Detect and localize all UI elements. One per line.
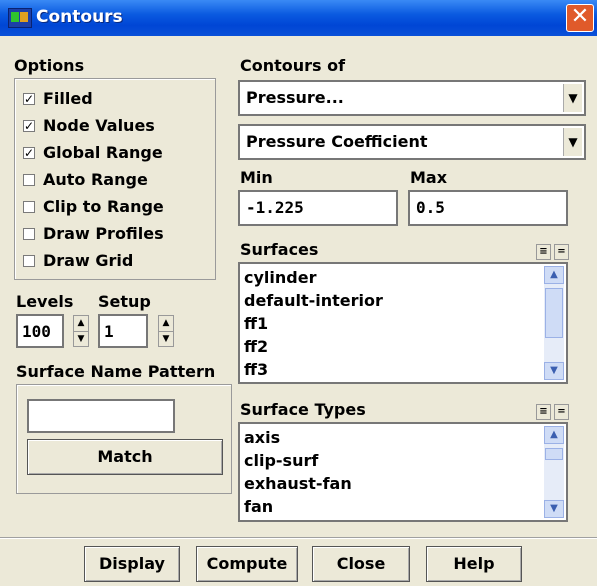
help-button[interactable]: Help <box>426 546 522 582</box>
checkbox-box[interactable] <box>23 255 35 267</box>
checkbox-label: Filled <box>43 89 93 108</box>
list-item[interactable]: fan <box>244 497 273 516</box>
spin-up-icon[interactable]: ▲ <box>74 316 88 331</box>
scroll-down-icon[interactable]: ▼ <box>544 362 564 380</box>
checkbox-box[interactable] <box>23 201 35 213</box>
scroll-down-icon[interactable]: ▼ <box>544 500 564 518</box>
scroll-thumb[interactable] <box>545 288 563 338</box>
select-all-icon[interactable]: ≡ <box>536 404 551 420</box>
checkbox-box[interactable] <box>23 174 35 186</box>
max-input[interactable]: 0.5 <box>408 190 568 226</box>
list-item[interactable]: ff1 <box>244 314 268 333</box>
surface-name-pattern-input[interactable] <box>27 399 175 433</box>
chevron-down-icon[interactable]: ▼ <box>563 84 582 112</box>
chevron-down-icon[interactable]: ▼ <box>563 128 582 156</box>
list-item[interactable]: default-interior <box>244 291 383 310</box>
surfaces-select-buttons: ≡ = <box>536 244 570 260</box>
levels-stepper[interactable]: ▲ ▼ <box>73 315 89 347</box>
list-item[interactable]: ff3 <box>244 360 268 379</box>
contours-category-value: Pressure... <box>246 88 344 107</box>
min-input[interactable]: -1.225 <box>238 190 398 226</box>
display-button[interactable]: Display <box>84 546 180 582</box>
contours-dialog: Contours ✕ Options ✓ Filled ✓ Node Value… <box>0 0 597 586</box>
fluent-app-icon <box>8 8 32 28</box>
options-group: ✓ Filled ✓ Node Values ✓ Global Range Au… <box>14 78 216 280</box>
surfaces-list[interactable]: cylinder default-interior ff1 ff2 ff3 ▲ … <box>238 262 568 384</box>
select-all-icon[interactable]: ≡ <box>536 244 551 260</box>
contours-of-label: Contours of <box>240 56 346 75</box>
levels-label: Levels <box>16 292 74 311</box>
deselect-all-icon[interactable]: = <box>554 404 569 420</box>
checkbox-box[interactable] <box>23 228 35 240</box>
checkbox-box[interactable]: ✓ <box>23 147 35 159</box>
spin-up-icon[interactable]: ▲ <box>159 316 173 331</box>
max-label: Max <box>410 168 448 187</box>
min-label: Min <box>240 168 273 187</box>
surface-types-select-buttons: ≡ = <box>536 404 570 420</box>
setup-stepper[interactable]: ▲ ▼ <box>158 315 174 347</box>
scroll-thumb[interactable] <box>545 448 563 460</box>
surface-types-label: Surface Types <box>240 400 366 419</box>
list-item[interactable]: exhaust-fan <box>244 474 352 493</box>
checkbox-label: Node Values <box>43 116 155 135</box>
list-item[interactable]: ff2 <box>244 337 268 356</box>
surface-types-scrollbar[interactable]: ▲ ▼ <box>544 426 564 518</box>
scroll-up-icon[interactable]: ▲ <box>544 266 564 284</box>
divider <box>0 537 597 539</box>
surface-name-pattern-group: Match <box>16 384 232 494</box>
close-icon[interactable]: ✕ <box>566 4 594 32</box>
surfaces-label: Surfaces <box>240 240 319 259</box>
deselect-all-icon[interactable]: = <box>554 244 569 260</box>
match-button[interactable]: Match <box>27 439 223 475</box>
list-item[interactable]: axis <box>244 428 280 447</box>
levels-input[interactable]: 100 <box>16 314 64 348</box>
surfaces-scrollbar[interactable]: ▲ ▼ <box>544 266 564 380</box>
contours-quantity-value: Pressure Coefficient <box>246 132 428 151</box>
spin-down-icon[interactable]: ▼ <box>159 331 173 347</box>
title-bar[interactable]: Contours ✕ <box>0 0 597 36</box>
checkbox-box[interactable]: ✓ <box>23 93 35 105</box>
contours-category-select[interactable]: Pressure... ▼ <box>238 80 586 116</box>
setup-label: Setup <box>98 292 151 311</box>
list-item[interactable]: cylinder <box>244 268 316 287</box>
list-item[interactable]: clip-surf <box>244 451 318 470</box>
spin-down-icon[interactable]: ▼ <box>74 331 88 347</box>
compute-button[interactable]: Compute <box>196 546 298 582</box>
close-button[interactable]: Close <box>312 546 410 582</box>
contours-quantity-select[interactable]: Pressure Coefficient ▼ <box>238 124 586 160</box>
checkbox-box[interactable]: ✓ <box>23 120 35 132</box>
scroll-up-icon[interactable]: ▲ <box>544 426 564 444</box>
checkbox-label: Draw Grid <box>43 251 134 270</box>
options-label: Options <box>14 56 85 75</box>
surface-name-pattern-label: Surface Name Pattern <box>16 362 216 381</box>
checkbox-label: Global Range <box>43 143 163 162</box>
setup-input[interactable]: 1 <box>98 314 148 348</box>
checkbox-label: Auto Range <box>43 170 148 189</box>
window-title: Contours <box>36 7 123 27</box>
surface-types-list[interactable]: axis clip-surf exhaust-fan fan ▲ ▼ <box>238 422 568 522</box>
checkbox-label: Draw Profiles <box>43 224 164 243</box>
checkbox-label: Clip to Range <box>43 197 164 216</box>
